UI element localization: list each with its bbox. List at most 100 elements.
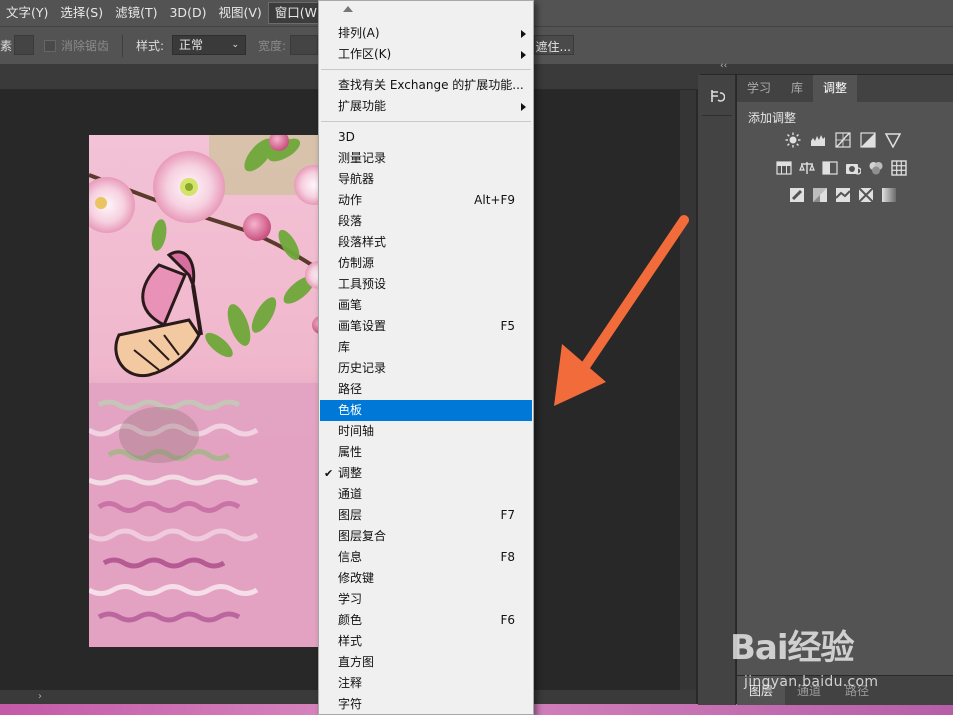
menu-item[interactable]: 画笔 (320, 295, 532, 316)
window-menu-dropdown: 排列(A) 工作区(K) 查找有关 Exchange 的扩展功能... 扩展功能 3D 测… (318, 0, 534, 715)
menu-item-label: 时间轴 (338, 424, 375, 438)
submenu-arrow-icon (521, 30, 526, 38)
menu-item[interactable]: 样式 (320, 631, 532, 652)
menu-item[interactable]: 导航器 (320, 169, 532, 190)
menu-item[interactable]: 3D(D) (163, 0, 212, 26)
panel-title: 添加调整 (748, 111, 797, 125)
menu-item-shortcut: F8 (500, 550, 515, 564)
curves-icon[interactable] (835, 132, 851, 148)
menu-item[interactable]: 信息 F8 (320, 547, 532, 568)
menu-item[interactable]: 排列(A) (320, 23, 532, 44)
menu-item[interactable]: 扩展功能 (320, 96, 532, 117)
black-white-icon[interactable] (822, 160, 838, 176)
menu-item-label: 信息 (338, 550, 363, 564)
menu-item[interactable]: 段落样式 (320, 232, 532, 253)
history-panel-icon[interactable] (706, 85, 728, 107)
menu-item[interactable]: 颜色 F6 (320, 610, 532, 631)
levels-icon[interactable] (810, 132, 826, 148)
posterize-icon[interactable] (812, 187, 828, 203)
feather-input[interactable] (14, 35, 34, 55)
menu-item-label: 颜色 (338, 613, 363, 627)
menu-item-label: 字符 (338, 697, 363, 711)
panel-tab[interactable]: 学习 (737, 75, 781, 102)
menu-item-label: 色板 (338, 403, 363, 417)
hue-saturation-icon[interactable] (776, 160, 792, 176)
menu-item-label: 导航器 (338, 172, 375, 186)
antialias-checkbox[interactable]: 消除锯齿 (44, 37, 109, 54)
panel-tab[interactable]: 库 (781, 75, 813, 102)
menu-item[interactable]: 字符 (320, 694, 532, 715)
menu-item-label: 工具预设 (338, 277, 387, 291)
selective-color-icon[interactable] (858, 187, 874, 203)
menu-item[interactable]: 滤镜(T) (109, 0, 163, 26)
menu-item[interactable]: 图层 F7 (320, 505, 532, 526)
chevron-right-icon[interactable]: › (38, 690, 42, 704)
menu-item-label: 路径 (338, 382, 363, 396)
menu-item[interactable]: 选择(S) (54, 0, 109, 26)
divider (702, 115, 732, 116)
menu-item[interactable]: 路径 (320, 379, 532, 400)
menu-item[interactable]: 动作 Alt+F9 (320, 190, 532, 211)
menu-item[interactable]: 3D (320, 127, 532, 148)
check-icon: ✔ (324, 467, 334, 480)
brightness-contrast-icon[interactable] (785, 132, 801, 148)
width-input[interactable] (290, 35, 318, 55)
menu-item[interactable]: 历史记录 (320, 358, 532, 379)
menu-item-label: 图层 (338, 508, 363, 522)
select-and-mask-label: 选择并遮住... (535, 40, 571, 54)
menu-item-label: 扩展功能 (338, 99, 387, 113)
menu-item-shortcut: F5 (500, 319, 515, 333)
panel-tab[interactable]: 调整 (813, 75, 858, 102)
menu-item[interactable]: 文字(Y) (0, 0, 54, 26)
menu-item[interactable]: 工作区(K) (320, 44, 532, 65)
menu-item-shortcut: F7 (500, 508, 515, 522)
invert-icon[interactable] (789, 187, 805, 203)
watermark-logo: Bai经验 (730, 628, 855, 668)
watermark: Bai经验 jingyan.baidu.com (730, 612, 950, 712)
separator (122, 35, 123, 57)
menu-item[interactable]: 学习 (320, 589, 532, 610)
exposure-icon[interactable] (860, 132, 876, 148)
menu-item-label: 图层复合 (338, 529, 387, 543)
menu-item[interactable]: 时间轴 (320, 421, 532, 442)
menu-item-label: 直方图 (338, 655, 375, 669)
menu-item[interactable]: ✔ 调整 (320, 463, 532, 484)
color-balance-icon[interactable] (799, 160, 815, 176)
menu-item[interactable]: 通道 (320, 484, 532, 505)
vibrance-icon[interactable] (884, 132, 902, 149)
scroll-up-icon[interactable] (343, 6, 353, 12)
menu-item-label: 调整 (338, 466, 363, 480)
threshold-icon[interactable] (835, 187, 851, 203)
menu-item[interactable]: 段落 (320, 211, 532, 232)
menu-item-label: 排列(A) (338, 26, 380, 40)
menu-item[interactable]: 画笔设置 F5 (320, 316, 532, 337)
menu-item[interactable]: 图层复合 (320, 526, 532, 547)
annotation-arrow (554, 215, 689, 406)
menu-item[interactable]: 查找有关 Exchange 的扩展功能... (320, 75, 532, 96)
gradient-map-icon[interactable] (881, 187, 897, 203)
menu-item[interactable]: 修改键 (320, 568, 532, 589)
menu-item[interactable]: 视图(V) (212, 0, 267, 26)
adjustment-icons-row-1 (785, 132, 902, 149)
menu-item-label: 仿制源 (338, 256, 375, 270)
chevron-down-icon: ⌄ (231, 40, 239, 50)
menu-item-label: 画笔 (338, 298, 363, 312)
menu-item[interactable]: 工具预设 (320, 274, 532, 295)
menu-item[interactable]: 仿制源 (320, 253, 532, 274)
select-and-mask-button[interactable]: 选择并遮住... (534, 35, 574, 55)
checkbox-box[interactable] (44, 39, 56, 52)
color-lookup-icon[interactable] (891, 160, 907, 176)
collapse-icon[interactable]: ‹‹ (720, 61, 727, 71)
photo-filter-icon[interactable] (845, 160, 862, 176)
menu-separator (321, 69, 531, 70)
menu-item[interactable]: 直方图 (320, 652, 532, 673)
style-select[interactable]: 正常 ⌄ (172, 35, 246, 55)
channel-mixer-icon[interactable] (868, 160, 884, 176)
menu-item[interactable]: 测量记录 (320, 148, 532, 169)
menu-item[interactable]: 注释 (320, 673, 532, 694)
menu-item[interactable]: 属性 (320, 442, 532, 463)
menu-item-label: 注释 (338, 676, 363, 690)
menu-item[interactable]: 库 (320, 337, 532, 358)
menu-item[interactable]: 色板 (320, 400, 532, 421)
dock-collapse-bar[interactable]: ‹‹ (698, 61, 953, 74)
